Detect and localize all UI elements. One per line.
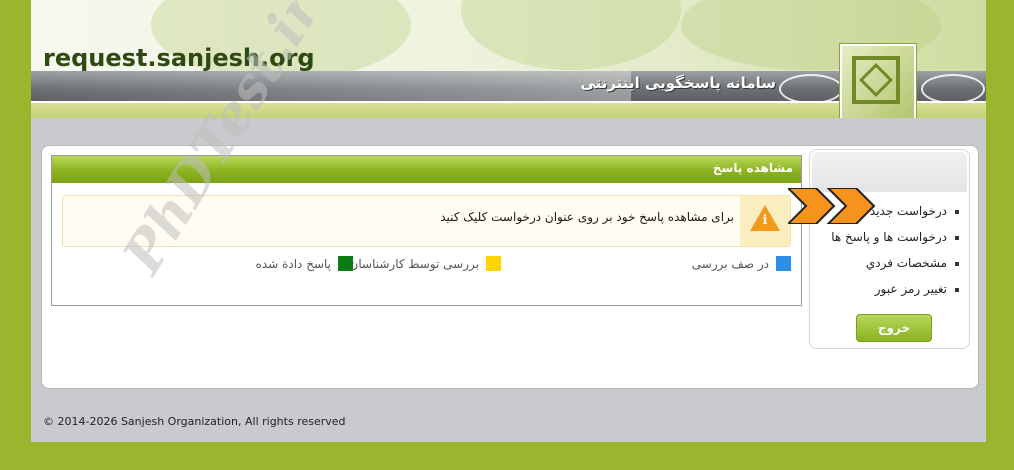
legend-item-queue: در صف بررسی — [681, 256, 791, 272]
system-title: سامانه پاسخگویی اینترنتی — [580, 74, 776, 92]
info-glyph: i — [762, 213, 768, 228]
ornament-icon — [779, 74, 843, 104]
sidebar-item-profile[interactable]: مشخصات فردي — [819, 256, 959, 282]
header-decoration — [461, 0, 681, 70]
status-legend: در صف بررسی بررسی توسط کارشناسان پاسخ دا… — [52, 256, 801, 276]
ornament-icon — [921, 74, 985, 104]
info-message: i برای مشاهده پاسخ خود بر روی عنوان درخو… — [62, 195, 791, 247]
legend-label: پاسخ دادة شده — [255, 257, 331, 271]
bullet-icon — [955, 261, 959, 266]
main-panel: مشاهده پاسخ i برای مشاهده پاسخ خود بر رو… — [41, 145, 979, 389]
site-header: request.sanjesh.org سامانه پاسخگویی اینت… — [31, 0, 986, 118]
bullet-icon — [955, 287, 959, 292]
footer-copyright: © 2014-2026 Sanjesh Organization, All ri… — [43, 415, 346, 428]
info-icon-box: i — [740, 196, 790, 246]
bullet-icon — [955, 235, 959, 240]
sidebar-item-label: درخواست جديد — [869, 204, 947, 218]
logo-mark — [852, 56, 900, 104]
header-band-stripe — [31, 71, 631, 101]
legend-label: بررسی توسط کارشناسان — [349, 257, 479, 271]
sidebar-item-requests-responses[interactable]: درخواست ها و پاسخ ها — [819, 230, 959, 256]
view-response-panel: مشاهده پاسخ i برای مشاهده پاسخ خود بر رو… — [51, 155, 802, 306]
sidebar-item-label: درخواست ها و پاسخ ها — [831, 230, 947, 244]
legend-swatch-yellow — [486, 256, 501, 271]
sidebar-item-label: مشخصات فردي — [865, 256, 947, 270]
sidebar: درخواست جديد درخواست ها و پاسخ ها مشخصات… — [809, 149, 970, 349]
info-text: برای مشاهده پاسخ خود بر روی عنوان درخواس… — [440, 210, 734, 224]
sanjesh-logo-icon — [840, 44, 916, 118]
legend-label: در صف بررسی — [691, 257, 769, 271]
legend-swatch-green — [338, 256, 353, 271]
legend-item-review: بررسی توسط کارشناسان — [331, 256, 501, 272]
panel-title: مشاهده پاسخ — [712, 161, 793, 175]
site-url: request.sanjesh.org — [43, 44, 315, 72]
sidebar-item-change-password[interactable]: تغيير رمز عبور — [819, 282, 959, 308]
bullet-icon — [955, 209, 959, 214]
legend-swatch-blue — [776, 256, 791, 271]
double-arrow-icon — [788, 188, 876, 224]
sidebar-header — [812, 152, 967, 192]
sidebar-item-label: تغيير رمز عبور — [874, 282, 947, 296]
panel-header: مشاهده پاسخ — [52, 156, 801, 183]
logout-button[interactable]: خروج — [856, 314, 932, 342]
legend-item-answered: پاسخ دادة شده — [233, 256, 353, 272]
